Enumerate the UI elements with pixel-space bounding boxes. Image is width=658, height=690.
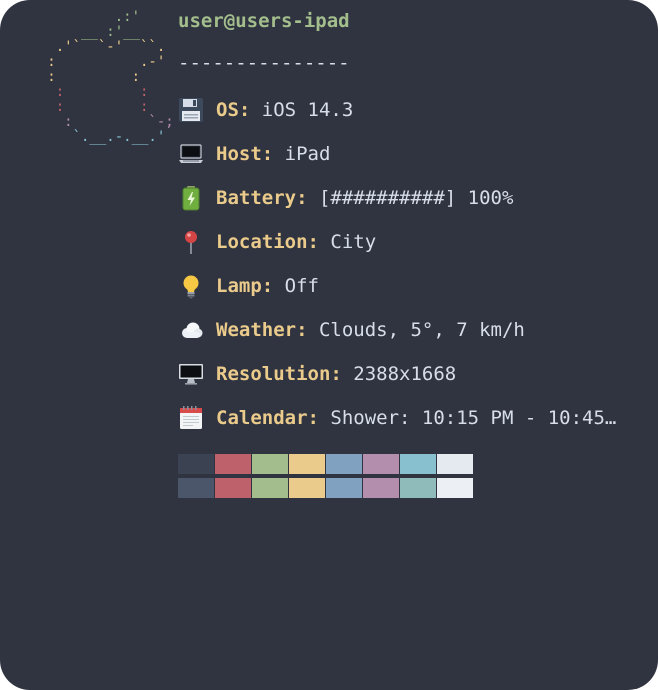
host-value: iPad xyxy=(273,143,331,165)
color-swatch xyxy=(437,478,474,498)
at-sign: @ xyxy=(223,10,236,32)
bulb-icon xyxy=(178,273,204,299)
logo-line: __ :'__ xyxy=(22,24,141,40)
color-swatch xyxy=(215,478,252,498)
info-row-host: Host: iPad xyxy=(178,139,330,169)
logo-line: `.__.-.__.' xyxy=(22,129,166,145)
color-swatch xyxy=(289,454,326,474)
color-swatch xyxy=(178,454,215,474)
logo-line: .'` `-' ``. xyxy=(22,39,166,55)
weather-value: Clouds, 5°, 7 km/h xyxy=(307,319,525,341)
info-row-lamp: Lamp: Off xyxy=(178,271,319,301)
logo-line: .:' xyxy=(22,9,141,25)
color-swatch xyxy=(178,478,215,498)
terminal-card: .:' __ :'__ .'` `-' ``. : .-' : : : : : … xyxy=(0,0,658,690)
host-label: Host: xyxy=(216,143,274,165)
header-divider: --------------- xyxy=(178,52,350,74)
color-swatch xyxy=(252,478,289,498)
calendar-value: Shower: 10:15 PM - 10:45… xyxy=(318,407,617,429)
color-swatch xyxy=(326,478,363,498)
info-row-os: OS: iOS 14.3 xyxy=(178,95,353,125)
laptop-icon xyxy=(178,141,204,167)
os-value: iOS 14.3 xyxy=(250,99,354,121)
calendar-label: Calendar: xyxy=(216,407,319,429)
color-palette-row-1 xyxy=(178,454,474,474)
logo-line: : : xyxy=(22,84,149,100)
battery-icon xyxy=(178,185,204,211)
username: user xyxy=(178,10,224,32)
info-row-weather: Weather: Clouds, 5°, 7 km/h xyxy=(178,315,525,345)
color-swatch xyxy=(252,454,289,474)
color-palette-row-2 xyxy=(178,478,474,498)
battery-value: [##########] 100% xyxy=(307,187,514,209)
color-swatch xyxy=(400,454,437,474)
resolution-label: Resolution: xyxy=(216,363,342,385)
weather-label: Weather: xyxy=(216,319,308,341)
info-row-resolution: Resolution: 2388x1668 xyxy=(178,359,456,389)
apple-ascii-logo: .:' __ :'__ .'` `-' ``. : .-' : : : : : … xyxy=(22,9,174,145)
color-swatch xyxy=(363,454,400,474)
color-swatch xyxy=(437,454,474,474)
os-label: OS: xyxy=(216,99,251,121)
color-swatch xyxy=(400,478,437,498)
color-swatch xyxy=(289,478,326,498)
location-value: City xyxy=(318,231,377,253)
floppy-icon xyxy=(178,97,204,123)
logo-line: : .-' xyxy=(22,54,166,70)
hostname: users-ipad xyxy=(235,10,350,32)
logo-line: : : xyxy=(22,99,149,115)
color-swatch xyxy=(215,454,252,474)
logo-line: : : xyxy=(22,69,141,85)
cloud-icon xyxy=(178,317,204,343)
info-row-battery: Battery: [##########] 100% xyxy=(178,183,513,213)
info-row-location: Location: City xyxy=(178,227,376,257)
logo-line: : `-; xyxy=(22,114,174,130)
lamp-label: Lamp: xyxy=(216,275,274,297)
color-swatch xyxy=(326,454,363,474)
lamp-value: Off xyxy=(273,275,319,297)
user-host-title: user@users-ipad xyxy=(178,10,350,32)
location-label: Location: xyxy=(216,231,319,253)
calendar-icon xyxy=(178,405,204,431)
info-row-calendar: Calendar: Shower: 10:15 PM - 10:45… xyxy=(178,403,616,433)
resolution-value: 2388x1668 xyxy=(341,363,457,385)
pin-icon xyxy=(178,229,204,255)
monitor-icon xyxy=(178,361,204,387)
color-swatch xyxy=(363,478,400,498)
battery-label: Battery: xyxy=(216,187,308,209)
